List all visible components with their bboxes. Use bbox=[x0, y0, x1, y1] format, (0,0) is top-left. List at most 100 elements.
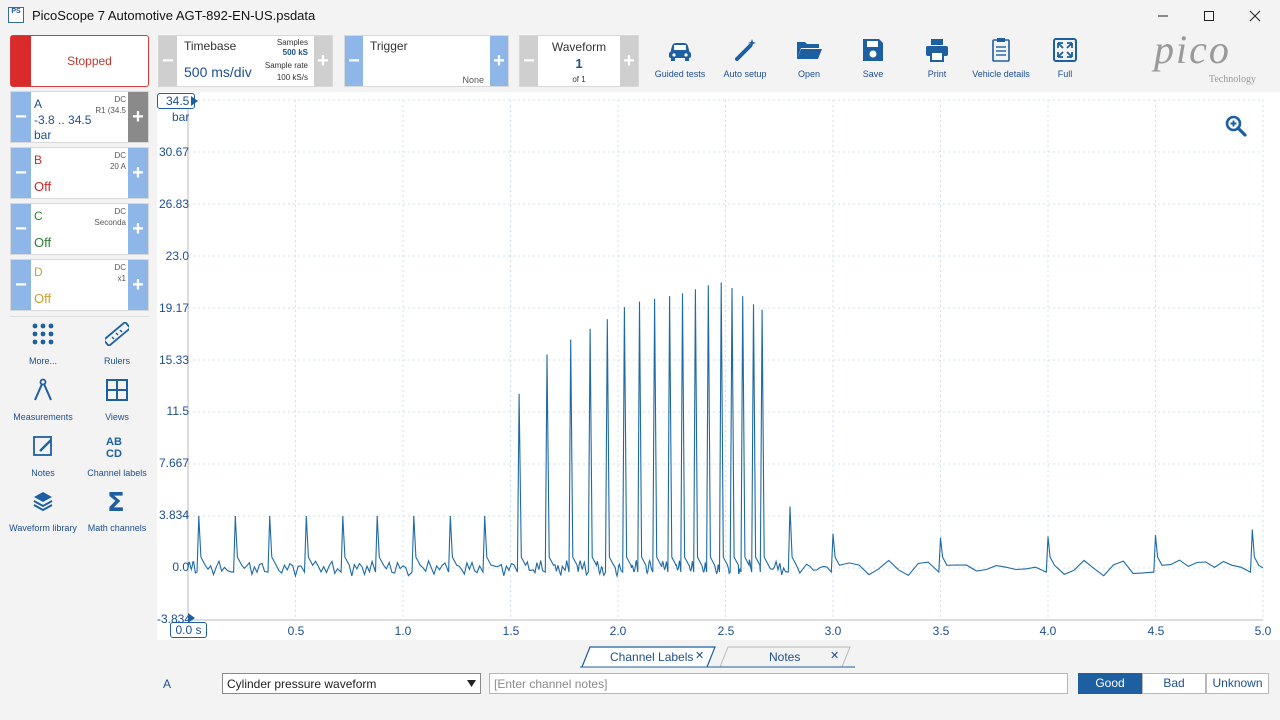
channel-labels-label: Channel labels bbox=[87, 468, 147, 478]
channel-d-panel[interactable]: − D DC x1 Off + bbox=[10, 259, 149, 311]
trace-peak-point bbox=[694, 289, 697, 291]
rating-bad-button[interactable]: Bad bbox=[1142, 673, 1206, 694]
channel-c-increase-button[interactable]: + bbox=[128, 204, 148, 254]
views-grid-icon bbox=[106, 379, 128, 401]
x-tick-label: 1.0 bbox=[394, 624, 412, 638]
full-screen-button[interactable]: Full bbox=[1035, 34, 1095, 84]
x-tick-label: 2.0 bbox=[609, 624, 627, 638]
channel-a-coupling: DC bbox=[114, 95, 126, 104]
logo-text: pico bbox=[1154, 27, 1231, 72]
channel-notes-input[interactable]: [Enter channel notes] bbox=[489, 673, 1068, 694]
channel-b-state[interactable]: Off bbox=[34, 179, 51, 194]
waveform-previous-button[interactable]: − bbox=[520, 36, 538, 86]
trace-peak-point bbox=[653, 298, 656, 301]
stop-indicator bbox=[11, 36, 31, 86]
channel-a-trace bbox=[187, 283, 1264, 579]
full-label: Full bbox=[1057, 69, 1073, 79]
zoom-icon[interactable] bbox=[1225, 115, 1247, 137]
channel-b-panel[interactable]: − B DC 20 A Off + bbox=[10, 147, 149, 199]
channel-labels-tool-button[interactable]: AB CD Channel labels bbox=[82, 434, 152, 484]
channel-d-decrease-button[interactable]: − bbox=[11, 260, 31, 310]
math-channels-label: Math channels bbox=[87, 523, 147, 533]
waveform-next-button[interactable]: + bbox=[620, 36, 638, 86]
trace-peak-point bbox=[305, 515, 307, 518]
save-button[interactable]: Save bbox=[843, 34, 903, 84]
channel-b-coupling: DC bbox=[114, 151, 126, 160]
svg-text:Σ: Σ bbox=[107, 489, 125, 515]
channel-label-select[interactable]: Cylinder pressure waveform bbox=[222, 673, 481, 694]
channel-d-increase-button[interactable]: + bbox=[128, 260, 148, 310]
more-label: More... bbox=[28, 356, 57, 366]
run-stop-button[interactable]: Stopped bbox=[10, 35, 149, 87]
waveform-index[interactable]: 1 bbox=[538, 56, 620, 71]
tab-notes[interactable]: Notes bbox=[769, 650, 800, 670]
trigger-decrease-button[interactable]: − bbox=[345, 36, 363, 86]
channel-a-decrease-button[interactable]: − bbox=[11, 92, 31, 142]
chevron-down-icon bbox=[467, 680, 476, 687]
trace-peak-point bbox=[269, 515, 271, 518]
rating-unknown-button[interactable]: Unknown bbox=[1206, 673, 1269, 694]
minimize-icon bbox=[1158, 15, 1168, 17]
x-axis-origin-marker[interactable]: 0.0 s bbox=[170, 622, 207, 638]
y-tick-label: 23.0 bbox=[165, 249, 189, 263]
waveform-plot[interactable] bbox=[157, 92, 1280, 640]
y-axis-top-marker[interactable]: 34.5 bbox=[157, 93, 195, 109]
notes-tool-button[interactable]: Notes bbox=[8, 434, 78, 484]
close-button[interactable] bbox=[1232, 0, 1278, 32]
sigma-icon: Σ bbox=[107, 489, 125, 515]
channel-a-probe: R1 (34.5 bbox=[95, 106, 126, 115]
trigger-increase-button[interactable]: + bbox=[490, 36, 508, 86]
svg-text:AB: AB bbox=[106, 436, 122, 448]
timebase-decrease-button[interactable]: − bbox=[159, 36, 177, 86]
rating-good-button[interactable]: Good bbox=[1078, 673, 1142, 694]
trigger-mode[interactable]: None bbox=[462, 75, 484, 85]
logo-subtext: Technology bbox=[1208, 74, 1256, 85]
close-tab-notes-icon[interactable]: ✕ bbox=[830, 649, 839, 662]
open-button[interactable]: Open bbox=[779, 34, 839, 84]
compass-icon bbox=[34, 378, 52, 401]
clipboard-icon bbox=[992, 38, 1010, 62]
channel-d-state[interactable]: Off bbox=[34, 291, 51, 306]
channel-a-panel[interactable]: − A DC R1 (34.5 -3.8 .. 34.5 bar + bbox=[10, 91, 149, 143]
run-state-label: Stopped bbox=[67, 54, 112, 68]
x-tick-label: 3.0 bbox=[824, 624, 842, 638]
waveform-count: of 1 bbox=[572, 75, 586, 84]
channel-a-unit: bar bbox=[34, 128, 52, 142]
close-tab-channel-labels-icon[interactable]: ✕ bbox=[695, 649, 704, 662]
auto-setup-button[interactable]: Auto setup bbox=[715, 34, 775, 84]
views-label: Views bbox=[105, 412, 129, 422]
trace-peak-point bbox=[589, 328, 591, 330]
channel-b-increase-button[interactable]: + bbox=[128, 148, 148, 198]
views-tool-button[interactable]: Views bbox=[82, 378, 152, 428]
vehicle-details-button[interactable]: Vehicle details bbox=[971, 34, 1031, 84]
trace-peak-point bbox=[518, 393, 520, 395]
channel-c-panel[interactable]: − C DC Seconda Off + bbox=[10, 203, 149, 255]
scope-view[interactable] bbox=[157, 92, 1280, 640]
channel-d-probe: x1 bbox=[117, 274, 126, 283]
measurements-tool-button[interactable]: Measurements bbox=[8, 378, 78, 428]
trace-peak-point bbox=[720, 282, 722, 284]
print-button[interactable]: Print bbox=[907, 34, 967, 84]
channel-a-range[interactable]: -3.8 .. 34.5 bbox=[34, 113, 91, 127]
x-tick-label: 1.5 bbox=[502, 624, 520, 638]
car-icon bbox=[669, 43, 691, 61]
folder-open-icon bbox=[797, 42, 822, 59]
channel-d-coupling: DC bbox=[114, 263, 126, 272]
timebase-increase-button[interactable]: + bbox=[314, 36, 332, 86]
channel-c-coupling: DC bbox=[114, 207, 126, 216]
tab-channel-labels[interactable]: Channel Labels bbox=[610, 650, 693, 670]
channel-c-decrease-button[interactable]: − bbox=[11, 204, 31, 254]
timebase-value[interactable]: 500 ms/div bbox=[184, 64, 252, 80]
more-tool-button[interactable]: More... bbox=[8, 322, 78, 372]
channel-a-increase-button[interactable]: + bbox=[128, 92, 148, 142]
waveform-library-tool-button[interactable]: Waveform library bbox=[8, 489, 78, 539]
samples-value[interactable]: 500 kS bbox=[283, 48, 308, 57]
math-channels-tool-button[interactable]: Σ Math channels bbox=[82, 489, 152, 539]
rulers-tool-button[interactable]: Rulers bbox=[82, 322, 152, 372]
trigger-label: Trigger bbox=[370, 39, 408, 53]
channel-b-decrease-button[interactable]: − bbox=[11, 148, 31, 198]
guided-tests-button[interactable]: Guided tests bbox=[650, 34, 710, 84]
channel-c-state[interactable]: Off bbox=[34, 235, 51, 250]
trace-peak-point bbox=[198, 515, 200, 518]
waveform-library-label: Waveform library bbox=[9, 523, 77, 533]
